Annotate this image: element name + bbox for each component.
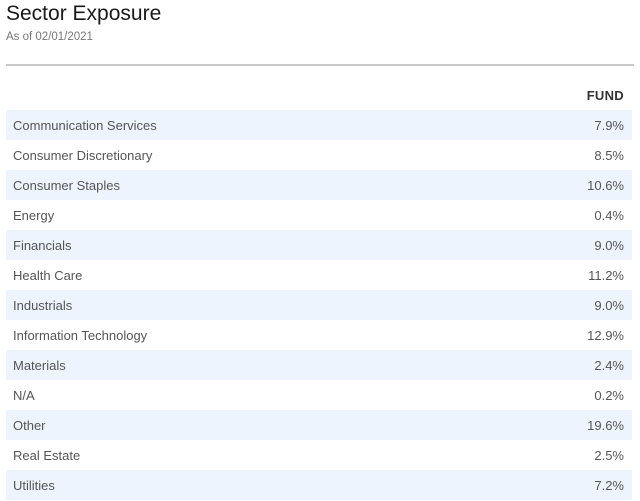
column-header-fund: FUND <box>586 88 624 103</box>
table-row: Health Care 11.2% <box>6 260 632 290</box>
as-of-date: As of 02/01/2021 <box>6 31 93 43</box>
sector-name: Consumer Discretionary <box>13 147 153 163</box>
sector-table: Communication Services 7.9% Consumer Discr… <box>6 110 632 500</box>
fund-value: 10.6% <box>587 177 624 193</box>
table-row: N/A 0.2% <box>6 380 632 410</box>
fund-value: 0.4% <box>594 207 624 223</box>
sector-name: Information Technology <box>13 327 148 343</box>
fund-value: 2.4% <box>594 357 624 373</box>
divider <box>6 64 634 66</box>
table-row: Consumer Staples 10.6% <box>6 170 632 200</box>
table-row: Other 19.6% <box>6 410 632 440</box>
sector-name: N/A <box>13 387 35 403</box>
fund-value: 11.2% <box>588 267 624 283</box>
sector-name: Real Estate <box>13 447 81 463</box>
table-row: Materials 2.4% <box>6 350 632 380</box>
sector-name: Industrials <box>13 297 73 313</box>
fund-value: 12.9% <box>587 327 624 343</box>
sector-name: Utilities <box>13 477 55 493</box>
table-row: Financials 9.0% <box>6 230 632 260</box>
table-row: Industrials 9.0% <box>6 290 632 320</box>
table-row: Real Estate 2.5% <box>6 440 632 470</box>
table-row: Communication Services 7.9% <box>6 110 632 140</box>
sector-name: Energy <box>13 207 55 223</box>
page-title: Sector Exposure <box>6 2 162 25</box>
fund-value: 2.5% <box>594 447 624 463</box>
fund-value: 9.0% <box>594 297 624 313</box>
fund-value: 9.0% <box>594 237 624 253</box>
fund-value: 7.9% <box>594 117 624 133</box>
sector-name: Other <box>13 417 46 433</box>
sector-name: Communication Services <box>13 117 157 133</box>
fund-value: 8.5% <box>594 147 624 163</box>
sector-name: Financials <box>13 237 72 253</box>
sector-name: Health Care <box>13 267 83 283</box>
table-row: Energy 0.4% <box>6 200 632 230</box>
fund-value: 7.2% <box>594 477 624 493</box>
table-row: Information Technology 12.9% <box>6 320 632 350</box>
table-row: Consumer Discretionary 8.5% <box>6 140 632 170</box>
fund-value: 0.2% <box>594 387 624 403</box>
sector-name: Consumer Staples <box>13 177 120 193</box>
fund-value: 19.6% <box>587 417 624 433</box>
table-row: Utilities 7.2% <box>6 470 632 500</box>
sector-name: Materials <box>13 357 66 373</box>
